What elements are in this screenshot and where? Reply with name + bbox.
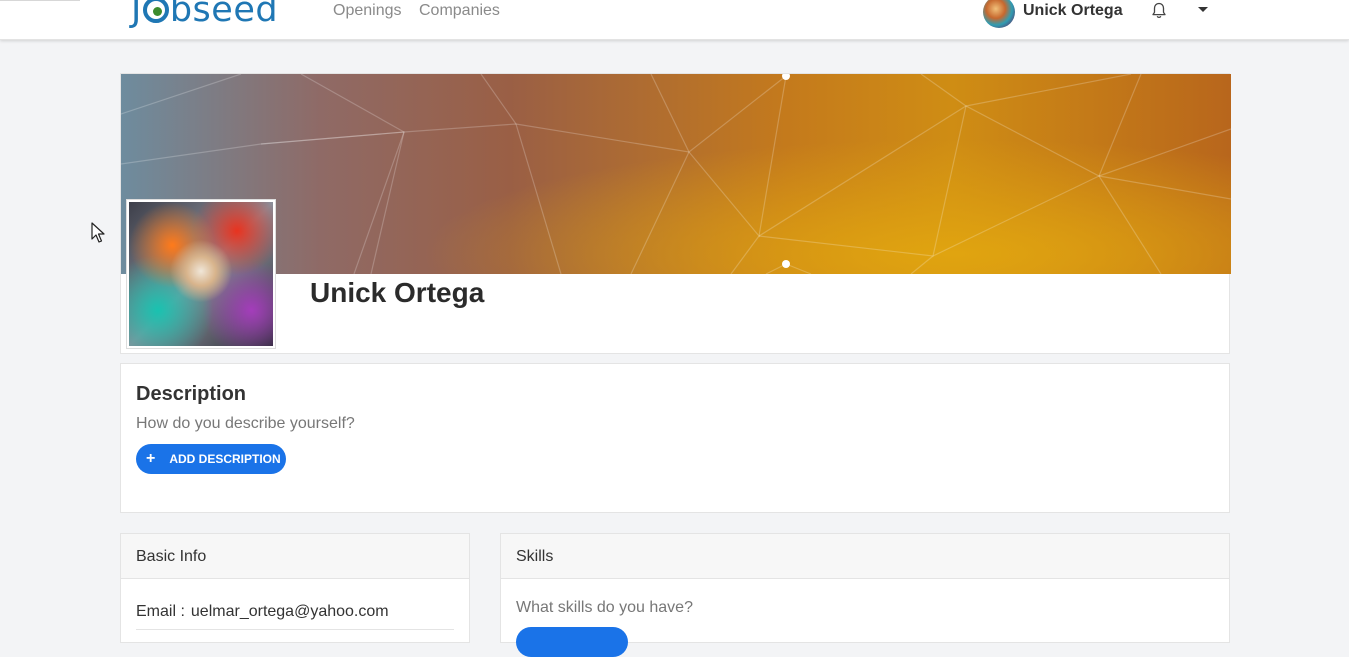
nav-openings-link[interactable]: Openings [333, 2, 402, 20]
lion-avatar-image [129, 202, 273, 346]
caret-down-icon[interactable] [1198, 7, 1208, 12]
description-card: Description How do you describe yourself… [120, 363, 1230, 513]
logo-letter-j: J [131, 0, 142, 30]
cover-image [121, 74, 1231, 274]
jobseed-logo[interactable]: Jbseed [131, 0, 278, 32]
add-skill-button[interactable] [516, 627, 628, 657]
nav-avatar[interactable] [983, 0, 1015, 28]
email-value: uelmar_ortega@yahoo.com [190, 603, 389, 620]
basic-info-card: Basic Info Email : uelmar_ortega@yahoo.co… [120, 533, 470, 643]
email-row: Email : uelmar_ortega@yahoo.com [136, 603, 454, 630]
skills-card: Skills What skills do you have? [500, 533, 1230, 657]
profile-name: Unick Ortega [310, 277, 485, 308]
profile-photo[interactable] [126, 199, 276, 349]
description-title: Description [136, 383, 247, 405]
logo-rest: bseed [169, 0, 279, 30]
top-navbar: Jbseed Openings Companies Unick Ortega [0, 0, 1349, 40]
skills-header: Skills [501, 534, 1229, 579]
plus-icon: + [146, 450, 156, 467]
description-hint: How do you describe yourself? [136, 415, 355, 432]
basic-info-header: Basic Info [121, 534, 469, 579]
email-label: Email : [136, 603, 185, 620]
scroll-mark [0, 0, 80, 1]
add-description-button[interactable]: + ADD DESCRIPTION [136, 444, 286, 474]
bell-icon[interactable] [1151, 2, 1167, 20]
logo-o-icon [142, 0, 169, 23]
skills-hint: What skills do you have? [516, 599, 693, 616]
cover-polygon-pattern [121, 74, 1231, 274]
cursor-icon [91, 222, 105, 243]
add-description-label: ADD DESCRIPTION [169, 452, 281, 466]
profile-header-card: Unick Ortega [120, 73, 1231, 354]
nav-companies-link[interactable]: Companies [419, 2, 500, 20]
nav-username[interactable]: Unick Ortega [1023, 2, 1123, 20]
